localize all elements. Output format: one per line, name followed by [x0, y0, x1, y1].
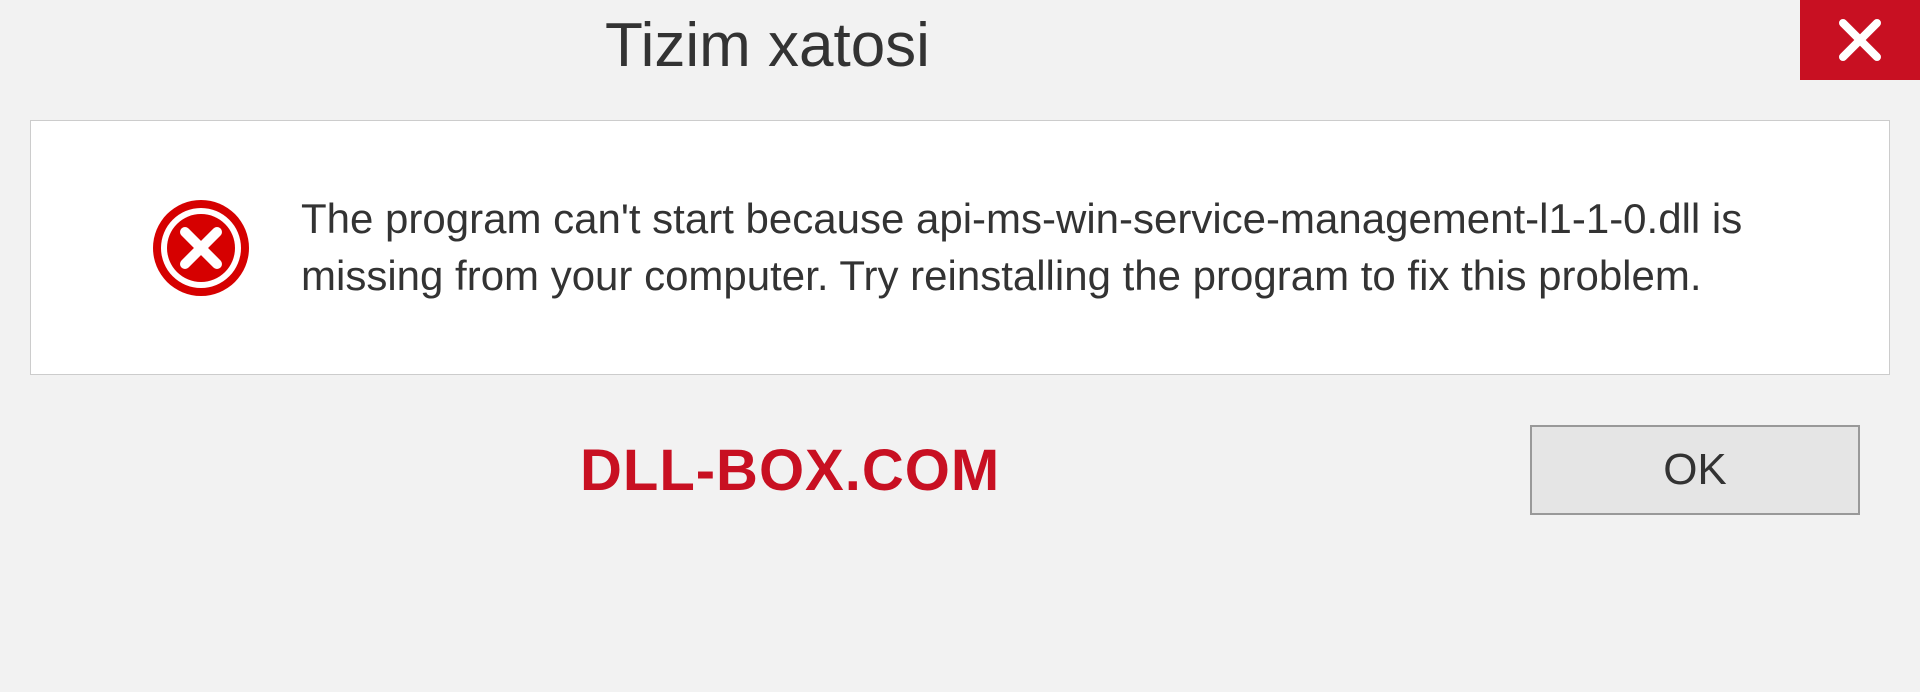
ok-button[interactable]: OK [1530, 425, 1860, 515]
error-icon [151, 198, 251, 298]
watermark-text: DLL-BOX.COM [60, 437, 1000, 504]
footer: DLL-BOX.COM OK [0, 405, 1920, 545]
error-message: The program can't start because api-ms-w… [301, 191, 1829, 304]
content-area: The program can't start because api-ms-w… [30, 120, 1890, 375]
error-dialog: Tizim xatosi The program can't start bec… [0, 0, 1920, 692]
ok-button-label: OK [1663, 445, 1727, 495]
titlebar: Tizim xatosi [0, 0, 1920, 110]
dialog-title: Tizim xatosi [0, 0, 930, 81]
close-icon [1835, 15, 1885, 65]
close-button[interactable] [1800, 0, 1920, 80]
